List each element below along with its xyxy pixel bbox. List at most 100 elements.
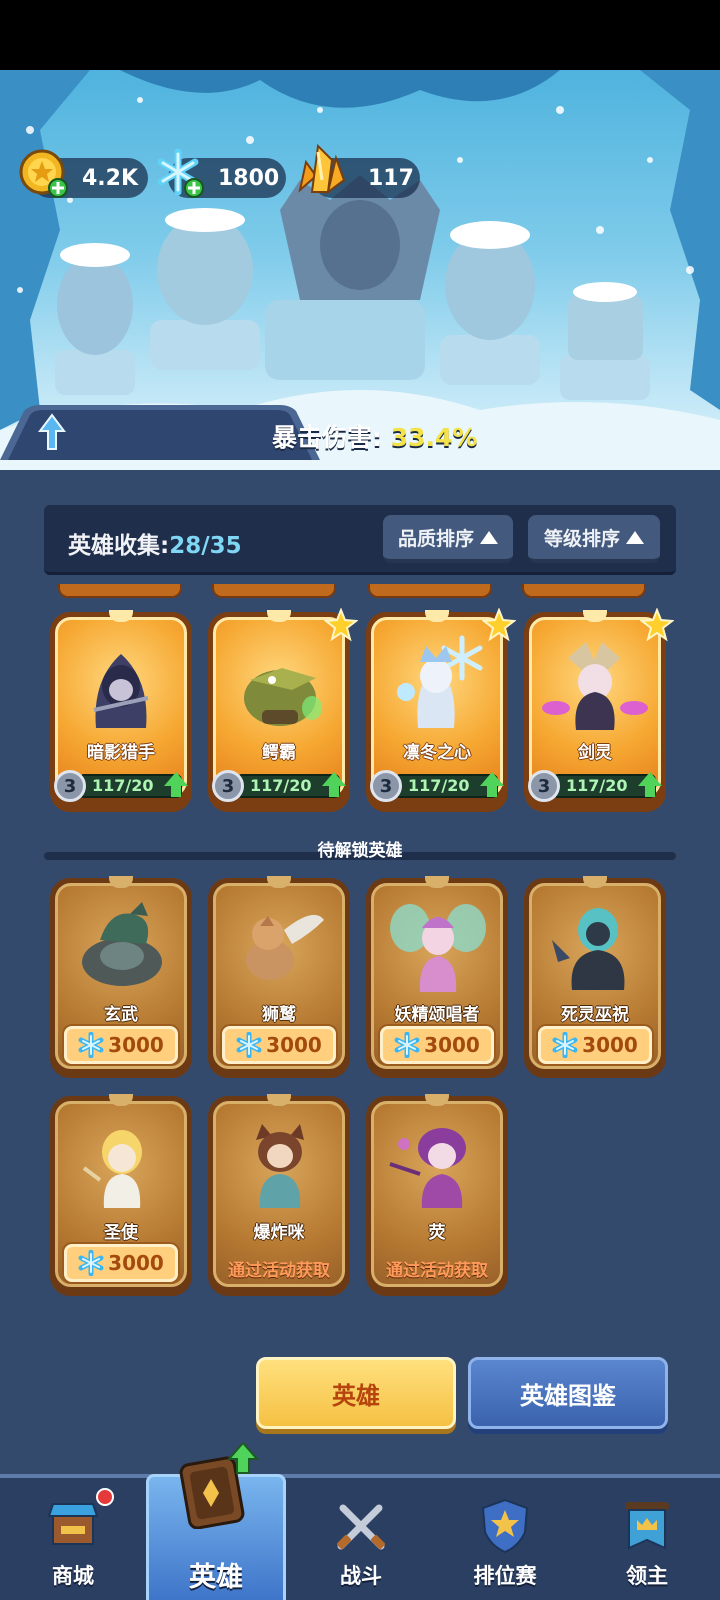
nav-shop[interactable]: 商城 [8,1480,138,1600]
hero-level-row: 117/20 3 [528,770,662,802]
unlock-price-button[interactable]: 3000 [380,1026,494,1064]
boom-cat-portrait [256,1124,304,1208]
sort-level-button[interactable]: 等级排序 [528,515,660,563]
ying-portrait [389,1128,466,1208]
hero-level-badge: 3 [212,770,244,802]
snowflake-gem-icon [236,1032,262,1058]
upgrade-arrow-icon [164,772,188,797]
hero-card-clipped [522,584,646,598]
diamond-value: 1800 [218,165,280,191]
crit-damage-buff: 暴击伤害: 33.4% [272,418,477,454]
sword-spirit-portrait [542,642,648,730]
hero-name: 暗影猎手 [87,743,155,763]
hero-level-badge: 3 [54,770,86,802]
snowflake-gem-icon [78,1032,104,1058]
hero-hall-banner: 4.2K 1800 117 暴击伤害: 33.4% [0,70,720,470]
hero-card-clipped [368,584,492,598]
nav-ranked-label: 排位赛 [473,1564,537,1588]
shop-icon [47,1503,99,1545]
unlock-price: 3000 [424,1033,480,1057]
upgrade-arrow-icon [638,772,662,797]
unlock-price: 3000 [582,1033,638,1057]
holy-envoy-portrait [82,1130,142,1208]
unlock-price-button[interactable]: 3000 [64,1244,178,1282]
hero-card[interactable]: 鳄霸 117/20 3 [208,608,358,812]
hero-level-row: 117/20 3 [54,770,188,802]
gold-value: 4.2K [82,165,139,191]
xuanwu-portrait [82,902,162,986]
nav-battle[interactable]: 战斗 [296,1480,426,1600]
hero-card-icon [179,1443,260,1529]
locked-section-title: 待解锁英雄 [317,841,403,861]
crit-value: 33.4% [390,423,478,452]
hero-card[interactable]: 暗影猎手 117/20 3 [50,610,192,812]
notification-dot [96,1488,114,1506]
hero-name: 爆炸咪 [253,1223,305,1243]
upgrade-arrow-icon [480,772,504,797]
banner-crown-icon [625,1502,669,1550]
hero-name: 狮鹫 [262,1005,296,1025]
hero-level-row: 117/20 3 [370,770,504,802]
sort-quality-label: 品质排序 [397,527,474,550]
locked-hero-card[interactable]: 荧 通过活动获取 [366,1094,508,1296]
unlock-price-button[interactable]: 3000 [538,1026,652,1064]
heroes-tab-button[interactable]: 英雄 [256,1357,456,1429]
sort-up-icon [480,530,498,544]
griffin-portrait [246,914,324,980]
unlock-price-button[interactable]: 3000 [64,1026,178,1064]
status-bar [0,0,720,70]
snowflake-gem-icon [552,1032,578,1058]
hero-name: 荧 [428,1223,446,1243]
collection-title: 英雄收集:28/35 [68,526,242,560]
crossed-swords-icon [337,1504,385,1550]
hero-name: 剑灵 [578,743,612,763]
hero-name: 鳄霸 [262,743,296,763]
star-icon [324,608,358,642]
winter-heart-portrait [397,635,483,728]
snowflake-gem-icon [394,1032,420,1058]
hero-atlas-button[interactable]: 英雄图鉴 [468,1357,668,1429]
hero-card-clipped [212,584,336,598]
locked-hero-card[interactable]: 圣使 3000 [50,1094,192,1296]
nav-ranked[interactable]: 排位赛 [440,1480,570,1600]
collection-label: 英雄收集: [68,533,170,559]
unlock-price-button[interactable]: 3000 [222,1026,336,1064]
sort-quality-button[interactable]: 品质排序 [383,515,513,563]
locked-hero-card[interactable]: 狮鹫 3000 [208,876,350,1078]
crystal-value: 117 [368,165,414,191]
hero-card[interactable]: 凛冬之心 117/20 3 [366,608,516,812]
nav-battle-label: 战斗 [340,1564,382,1588]
locked-hero-card[interactable]: 玄武 3000 [50,876,192,1078]
hero-name: 死灵巫祝 [561,1005,629,1025]
nav-lord[interactable]: 领主 [582,1480,712,1600]
hero-name: 玄武 [104,1005,138,1025]
locked-hero-card[interactable]: 死灵巫祝 3000 [524,876,666,1078]
crit-label: 暴击伤害: [272,423,382,452]
locked-hero-card[interactable]: 爆炸咪 通过活动获取 [208,1094,350,1296]
hero-name: 妖精颂唱者 [394,1005,480,1025]
upgrade-arrow-icon [322,772,346,797]
fairy-singer-portrait [390,904,486,992]
locked-hero-card[interactable]: 妖精颂唱者 3000 [366,876,508,1078]
collection-count: 28/35 [169,533,242,559]
snowflake-gem-icon [78,1250,104,1276]
hero-name: 凛冬之心 [403,743,471,763]
nav-heroes-label: 英雄 [189,1562,243,1593]
hero-card-clipped [58,584,182,598]
croc-tyrant-portrait [244,668,322,726]
unlock-price: 3000 [266,1033,322,1057]
necro-shaman-portrait [552,908,625,990]
hero-level-row: 117/20 3 [212,770,346,802]
hero-level-badge: 3 [370,770,402,802]
unlock-price: 3000 [108,1251,164,1275]
sort-level-label: 等级排序 [543,527,620,550]
event-obtain-note: 通过活动获取 [228,1261,330,1281]
sort-up-icon [626,530,644,544]
shadow-hunter-portrait [93,654,149,728]
rank-shield-icon [481,1498,529,1554]
nav-shop-label: 商城 [52,1564,94,1588]
star-icon [482,608,516,642]
hero-name: 圣使 [104,1223,138,1243]
hero-card[interactable]: 剑灵 117/20 3 [524,608,674,812]
nav-heroes[interactable]: 英雄 [146,1443,286,1600]
